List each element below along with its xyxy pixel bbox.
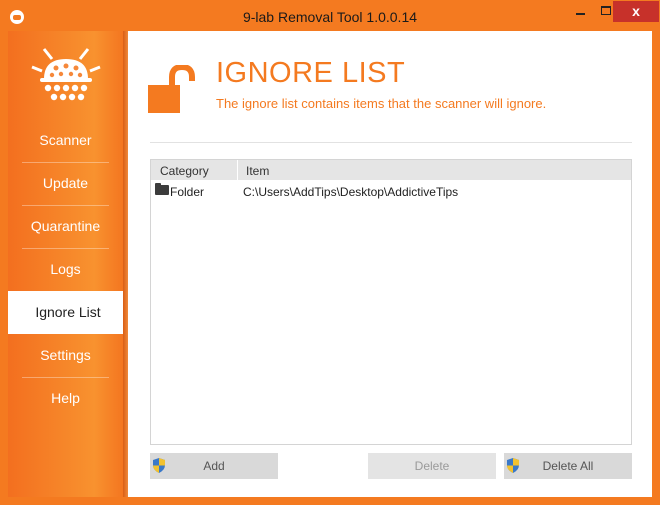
sidebar-item-ignore-list[interactable]: Ignore List	[8, 291, 128, 334]
column-header-item[interactable]: Item	[246, 164, 269, 178]
title-bar[interactable]: 9-lab Removal Tool 1.0.0.14 x	[1, 1, 659, 31]
sidebar-item-quarantine[interactable]: Quarantine	[8, 205, 123, 248]
client-area: Scanner Update Quarantine Logs Ignore Li…	[8, 31, 652, 497]
unlocked-padlock-icon	[148, 65, 195, 113]
sidebar-item-help[interactable]: Help	[8, 377, 123, 420]
sidebar-item-update[interactable]: Update	[8, 162, 123, 205]
uac-shield-icon	[507, 458, 519, 473]
close-icon: x	[632, 3, 640, 19]
page-subtitle: The ignore list contains items that the …	[216, 96, 547, 111]
add-button[interactable]: Add	[150, 453, 278, 479]
delete-all-button-label: Delete All	[542, 459, 594, 473]
main-content: IGNORE LIST The ignore list contains ite…	[128, 31, 652, 497]
sidebar-item-settings[interactable]: Settings	[8, 334, 123, 377]
delete-button-label: Delete	[414, 459, 450, 473]
delete-button[interactable]: Delete	[368, 453, 496, 479]
cell-item-path: C:\Users\AddTips\Desktop\AddictiveTips	[243, 185, 459, 199]
cell-category: Folder	[170, 185, 205, 199]
close-button[interactable]: x	[613, 1, 659, 22]
sidebar-item-scanner[interactable]: Scanner	[8, 119, 123, 162]
uac-shield-icon	[153, 458, 165, 473]
sidebar-nav: Scanner Update Quarantine Logs Ignore Li…	[8, 119, 128, 420]
window-title: 9-lab Removal Tool 1.0.0.14	[242, 9, 418, 25]
table-row[interactable]: Folder C:\Users\AddTips\Desktop\Addictiv…	[151, 182, 631, 200]
bug-logo-icon	[31, 48, 101, 101]
delete-all-button[interactable]: Delete All	[504, 453, 632, 479]
app-window: 9-lab Removal Tool 1.0.0.14 x Scanner Up…	[0, 0, 660, 505]
column-header-category[interactable]: Category	[160, 164, 209, 178]
ignore-list-table[interactable]: Category Item Folder C:\Users\AddTips\De…	[150, 159, 632, 445]
sidebar-item-logs[interactable]: Logs	[8, 248, 123, 291]
add-button-label: Add	[203, 459, 225, 473]
minimize-icon	[575, 13, 585, 15]
page-title: IGNORE LIST	[216, 57, 406, 89]
sidebar: Scanner Update Quarantine Logs Ignore Li…	[8, 31, 128, 497]
folder-icon	[155, 183, 169, 195]
table-header: Category Item	[151, 160, 631, 180]
maximize-icon	[601, 6, 611, 15]
minimize-button[interactable]	[567, 1, 593, 22]
column-separator[interactable]	[237, 160, 238, 180]
header-divider	[150, 142, 632, 143]
